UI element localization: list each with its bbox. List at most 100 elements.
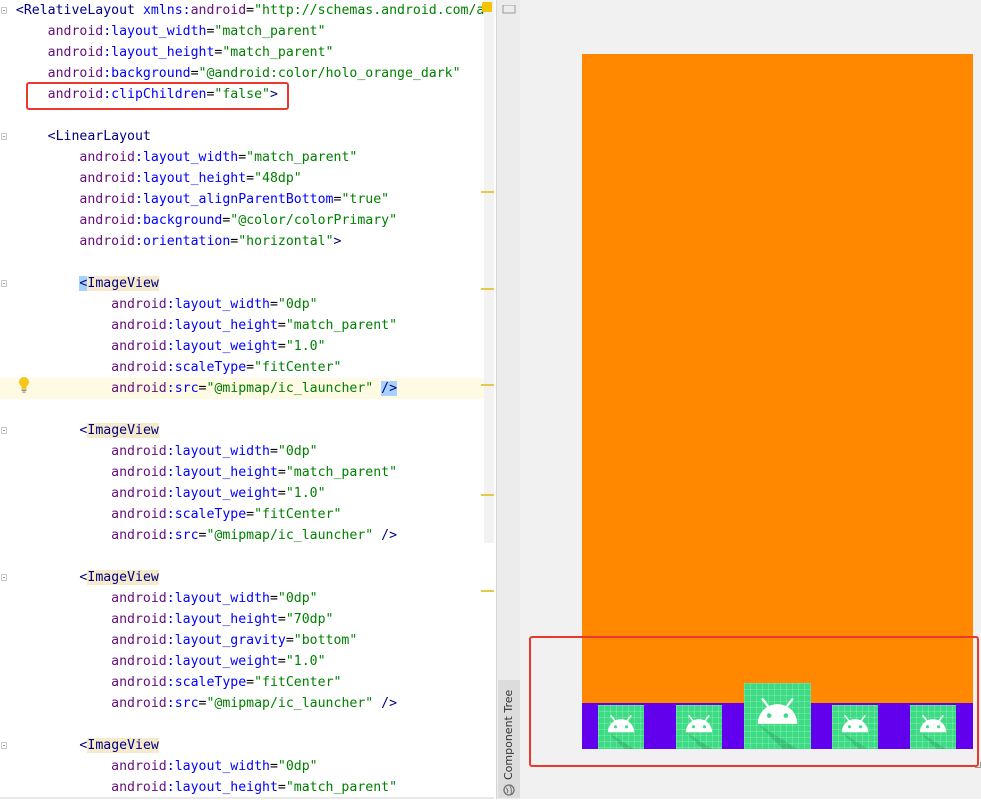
code-token: ImageView: [87, 423, 159, 438]
code-line[interactable]: android:layout_weight="1.0": [0, 651, 494, 672]
code-line[interactable]: android:src="@mipmap/ic_launcher" />: [0, 693, 494, 714]
error-stripe-marker[interactable]: [481, 384, 494, 386]
code-token: "match_parent": [285, 318, 398, 333]
editor-scrollbar[interactable]: [484, 0, 494, 543]
code-token: "@mipmap/ic_launcher": [206, 696, 374, 711]
code-line[interactable]: android:scaleType="fitCenter": [0, 672, 494, 693]
code-token: android: [111, 297, 167, 312]
code-line[interactable]: <ImageView: [0, 273, 494, 294]
code-token: android: [111, 633, 167, 648]
code-line[interactable]: <ImageView: [0, 735, 494, 756]
code-line[interactable]: android:orientation="horizontal">: [0, 231, 494, 252]
code-token: :layout_gravity: [166, 633, 286, 648]
code-line[interactable]: android:layout_alignParentBottom="true": [0, 189, 494, 210]
code-line[interactable]: android:layout_width="0dp": [0, 588, 494, 609]
code-line[interactable]: android:scaleType="fitCenter": [0, 357, 494, 378]
code-line[interactable]: <ImageView: [0, 420, 494, 441]
code-token: :scaleType: [166, 507, 247, 522]
code-token: =: [277, 339, 286, 354]
code-token: :layout_width: [103, 24, 207, 39]
code-line[interactable]: android:layout_height="match_parent": [0, 42, 494, 63]
code-token: ImageView: [87, 738, 159, 753]
code-line[interactable]: android:layout_height="match_parent": [0, 315, 494, 336]
error-stripe-marker[interactable]: [481, 590, 494, 592]
code-line[interactable]: <LinearLayout: [0, 126, 494, 147]
code-line[interactable]: android:layout_gravity="bottom": [0, 630, 494, 651]
code-token: />: [381, 696, 398, 711]
code-line[interactable]: android:layout_width="match_parent": [0, 21, 494, 42]
warning-indicator-icon[interactable]: [482, 2, 492, 12]
code-token: android: [79, 192, 135, 207]
code-line[interactable]: android:layout_weight="1.0": [0, 336, 494, 357]
component-tree-tab[interactable]: Component Tree: [498, 680, 520, 798]
code-token: android: [111, 318, 167, 333]
code-line[interactable]: <RelativeLayout xmlns:android="http://sc…: [0, 0, 494, 21]
code-token: :src: [166, 381, 199, 396]
clip-children-highlight: [26, 82, 289, 110]
code-line[interactable]: <ImageView: [0, 567, 494, 588]
code-line[interactable]: android:layout_width="0dp": [0, 756, 494, 777]
code-token: android: [111, 465, 167, 480]
xml-editor[interactable]: <RelativeLayout xmlns:android="http://sc…: [0, 0, 494, 799]
code-token: :layout_alignParentBottom: [135, 192, 334, 207]
code-line[interactable]: android:background="@color/colorPrimary": [0, 210, 494, 231]
code-token: =: [246, 675, 255, 690]
code-line[interactable]: [0, 399, 494, 420]
code-token: android: [47, 24, 104, 39]
code-line[interactable]: android:src="@mipmap/ic_launcher" />: [0, 525, 494, 546]
strip-icon[interactable]: [502, 0, 516, 14]
code-token: :layout_height: [166, 780, 278, 795]
code-line[interactable]: android:layout_height="70dp": [0, 609, 494, 630]
code-line[interactable]: android:background="@android:color/holo_…: [0, 63, 494, 84]
code-line[interactable]: [0, 252, 494, 273]
code-line[interactable]: android:src="@mipmap/ic_launcher" />: [0, 378, 494, 399]
code-line[interactable]: [0, 714, 494, 735]
code-line[interactable]: android:scaleType="fitCenter": [0, 504, 494, 525]
code-line[interactable]: android:layout_width="match_parent": [0, 147, 494, 168]
code-token: :scaleType: [166, 360, 247, 375]
code-line[interactable]: android:layout_width="0dp": [0, 294, 494, 315]
code-token: "1.0": [285, 339, 326, 354]
code-token: =: [269, 759, 278, 774]
code-token: "70dp": [285, 612, 334, 627]
code-line[interactable]: android:layout_width="0dp": [0, 441, 494, 462]
lightbulb-icon[interactable]: [17, 376, 31, 394]
code-token: android: [111, 780, 167, 795]
layout-preview[interactable]: [520, 0, 981, 799]
code-token: android: [111, 696, 167, 711]
code-token: "@color/colorPrimary": [230, 213, 398, 228]
error-stripe-marker[interactable]: [481, 288, 494, 290]
code-line[interactable]: [0, 546, 494, 567]
code-token: =: [269, 444, 278, 459]
code-line[interactable]: android:layout_weight="1.0": [0, 483, 494, 504]
code-token: android: [111, 528, 167, 543]
error-stripe-marker[interactable]: [481, 191, 494, 193]
code-token: "match_parent": [222, 45, 334, 60]
resize-handle-icon[interactable]: [975, 762, 981, 768]
error-stripe-marker[interactable]: [481, 494, 494, 496]
code-token: "true": [341, 192, 390, 207]
code-line[interactable]: android:layout_height="match_parent": [0, 777, 494, 798]
code-line[interactable]: android:layout_height="48dp": [0, 168, 494, 189]
code-token: :layout_width: [135, 150, 239, 165]
code-line[interactable]: android:layout_height="match_parent": [0, 462, 494, 483]
